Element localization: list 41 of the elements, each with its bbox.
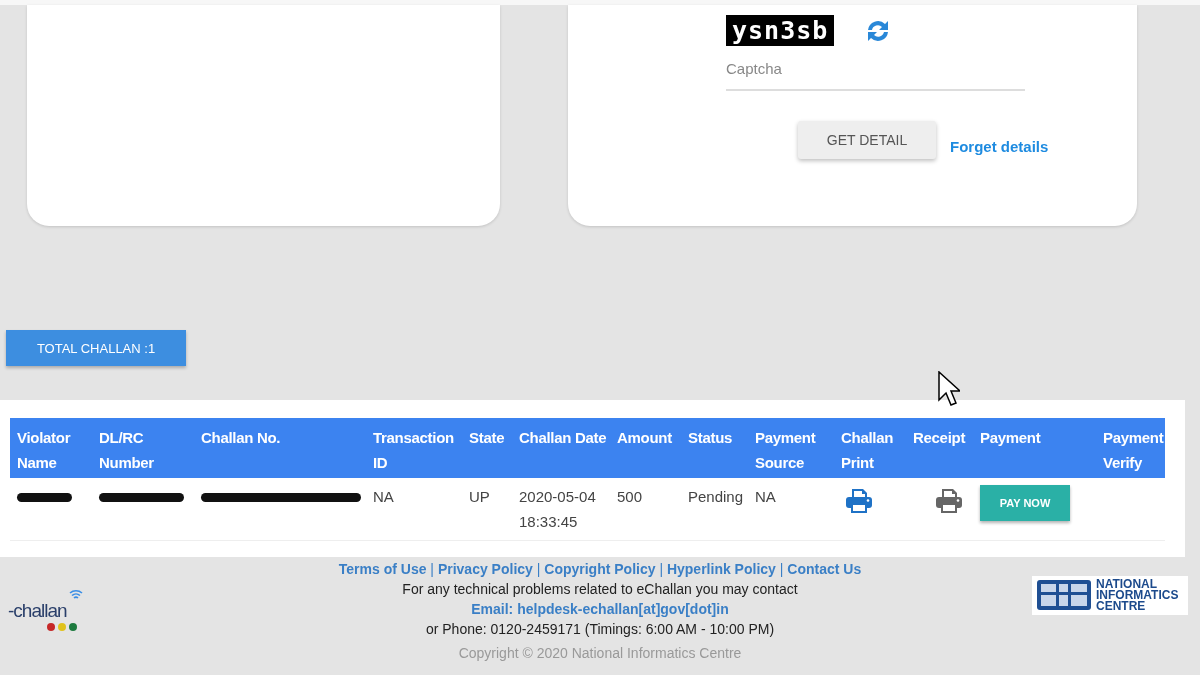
column-header: Receipt [906,418,973,478]
column-header: Transaction ID [366,418,462,478]
table-cell: NA [366,478,462,541]
copyright-text: Copyright © 2020 National Informatics Centre [457,644,743,663]
echallan-logo: -challan [0,588,300,632]
column-header: DL/RC Number [92,418,194,478]
column-header: Challan Date [512,418,610,478]
column-header: Payment Verify [1096,418,1165,478]
footer-link[interactable]: Contact Us [787,561,862,577]
footer-link[interactable]: Privacy Policy [437,561,533,577]
contact-text: For any technical problems related to eChallan you may contact [401,580,799,599]
nic-logo: NATIONAL INFORMATICS CENTRE [1032,575,1188,615]
table-cell: UP [462,478,512,541]
column-header: Challan No. [194,418,366,478]
forget-details-link[interactable]: Forget details [950,137,1049,155]
table-cell: NA [748,478,834,541]
column-header: Violator Name [10,418,92,478]
pay-now-button[interactable]: PAY NOW [980,485,1070,521]
column-header: Amount [610,418,681,478]
captcha-image: ysn3sb [726,15,835,46]
table-cell: Pending [681,478,748,541]
footer-link[interactable]: Terms of Use [338,561,427,577]
table-cell: 2020-05-04 18:33:45 [512,478,610,541]
column-header: Payment [973,418,1096,478]
email-link[interactable]: Email: helpdesk-echallan[at]gov[dot]in [300,599,900,619]
column-header: State [462,418,512,478]
footer-link[interactable]: Hyperlink Policy [666,561,776,577]
column-header: Payment Source [748,418,834,478]
footer-link[interactable]: Copyright Policy [544,561,656,577]
captcha-field[interactable]: Captcha [726,48,1025,91]
separator: | [659,561,664,577]
separator: | [430,561,434,577]
separator: | [536,561,541,577]
column-header: Challan Print [834,418,906,478]
separator: | [779,561,784,577]
column-header: Status [681,418,748,478]
redaction-mark [17,493,72,502]
get-detail-button[interactable]: GET DETAIL [798,121,936,159]
total-challan-button[interactable]: TOTAL CHALLAN :1 [6,330,186,366]
table-cell: 500 [610,478,681,541]
phone-text: or Phone: 0120-2459171 (Timings: 6:00 AM - 10:00 PM) [424,620,776,639]
